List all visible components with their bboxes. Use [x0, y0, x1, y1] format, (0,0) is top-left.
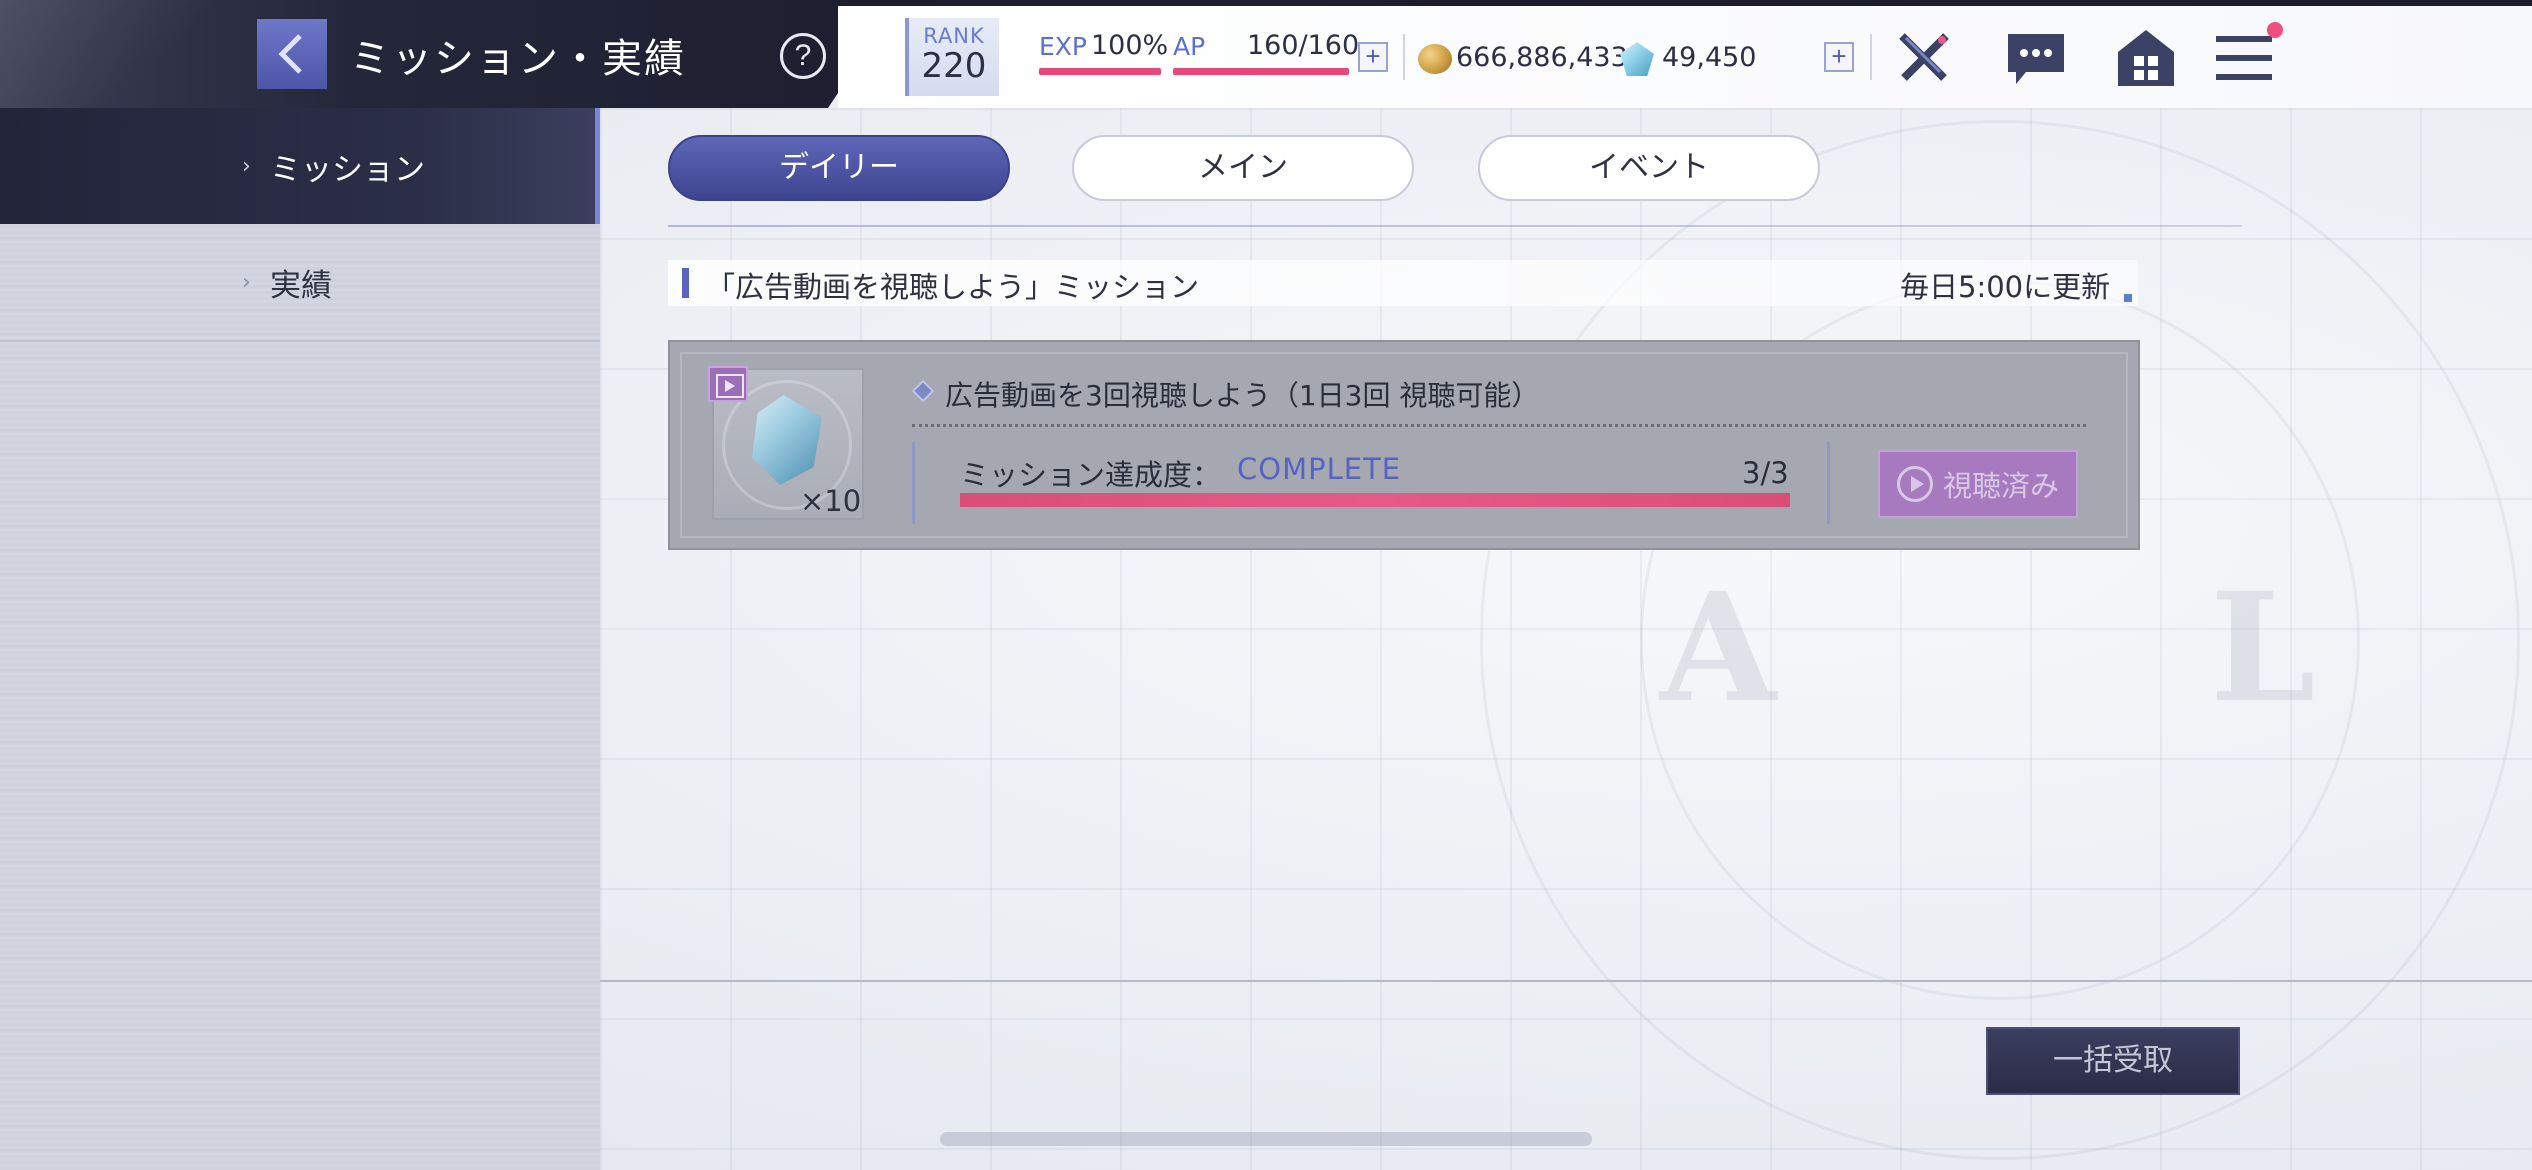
- sidebar-item-mission[interactable]: › ミッション: [0, 108, 600, 224]
- ap-value: 160/160: [1247, 30, 1360, 61]
- sidebar-item-achievements[interactable]: › 実績: [0, 224, 600, 340]
- exp-value: 100%: [1091, 30, 1169, 61]
- ap-bar: [1173, 68, 1349, 75]
- mission-name: 広告動画を3回視聴しよう（1日3回 視聴可能）: [945, 379, 1540, 412]
- reward-quantity: ×10: [800, 484, 862, 518]
- rank-label: RANK: [923, 24, 985, 48]
- crossed-swords-icon[interactable]: [1892, 26, 1956, 90]
- page-title: ミッション・実績: [350, 36, 686, 82]
- exp-bar: [1039, 68, 1161, 75]
- background-emblem-letter-a: A: [1660, 560, 1777, 736]
- section-accent-bar: [682, 268, 689, 298]
- home-icon[interactable]: [2114, 26, 2178, 90]
- progress-status: COMPLETE: [1237, 452, 1402, 486]
- tab-daily[interactable]: デイリー: [668, 135, 1010, 201]
- background-emblem-letter-l: L: [2210, 560, 2316, 736]
- progress-count: 3/3: [1742, 456, 1789, 490]
- progress-label: ミッション達成度：: [960, 458, 1222, 492]
- ap-label: AP: [1173, 32, 1206, 61]
- menu-icon[interactable]: [2212, 26, 2276, 90]
- sidebar-item-label: ミッション: [270, 151, 425, 188]
- progress-bar: [960, 493, 1790, 507]
- claim-all-button[interactable]: 一括受取: [1986, 1027, 2240, 1095]
- coin-icon: [1418, 44, 1452, 74]
- back-button[interactable]: [257, 19, 327, 89]
- sidebar-item-label: 実績: [270, 267, 332, 304]
- exp-label: EXP: [1039, 32, 1087, 61]
- ap-add-button[interactable]: +: [1358, 42, 1388, 72]
- tab-main[interactable]: メイン: [1072, 135, 1414, 201]
- play-icon: [1896, 466, 1933, 502]
- rank-value: 220: [921, 46, 987, 86]
- back-arrow-icon: [278, 34, 302, 74]
- footer-divider: [600, 980, 2532, 982]
- help-icon[interactable]: ?: [780, 33, 826, 79]
- section-title: 「広告動画を視聴しよう」ミッション: [706, 270, 1200, 304]
- chevron-right-icon: ›: [242, 153, 251, 179]
- section-corner-dot: [2124, 294, 2132, 302]
- menu-notification-dot: [2267, 22, 2283, 38]
- tabs-divider: [668, 225, 2242, 227]
- progress-bar-fill: [960, 493, 1790, 507]
- sidebar-divider: [0, 340, 600, 342]
- header-divider: [1403, 34, 1405, 80]
- video-icon: [708, 366, 748, 402]
- mission-divider: [912, 424, 2086, 427]
- gem-count: 49,450: [1662, 42, 1757, 73]
- rank-badge: RANK 220: [905, 18, 999, 96]
- chat-icon[interactable]: [2004, 26, 2068, 90]
- gem-add-button[interactable]: +: [1824, 42, 1854, 72]
- header-divider: [1870, 34, 1872, 80]
- scroll-indicator[interactable]: [940, 1132, 1592, 1146]
- watched-button[interactable]: 視聴済み: [1878, 450, 2078, 518]
- chevron-right-icon: ›: [242, 269, 251, 295]
- refresh-time: 毎日5:00に更新: [1900, 270, 2111, 304]
- watched-button-label: 視聴済み: [1942, 469, 2059, 503]
- coin-count: 666,886,433: [1456, 42, 1628, 73]
- tab-event[interactable]: イベント: [1478, 135, 1820, 201]
